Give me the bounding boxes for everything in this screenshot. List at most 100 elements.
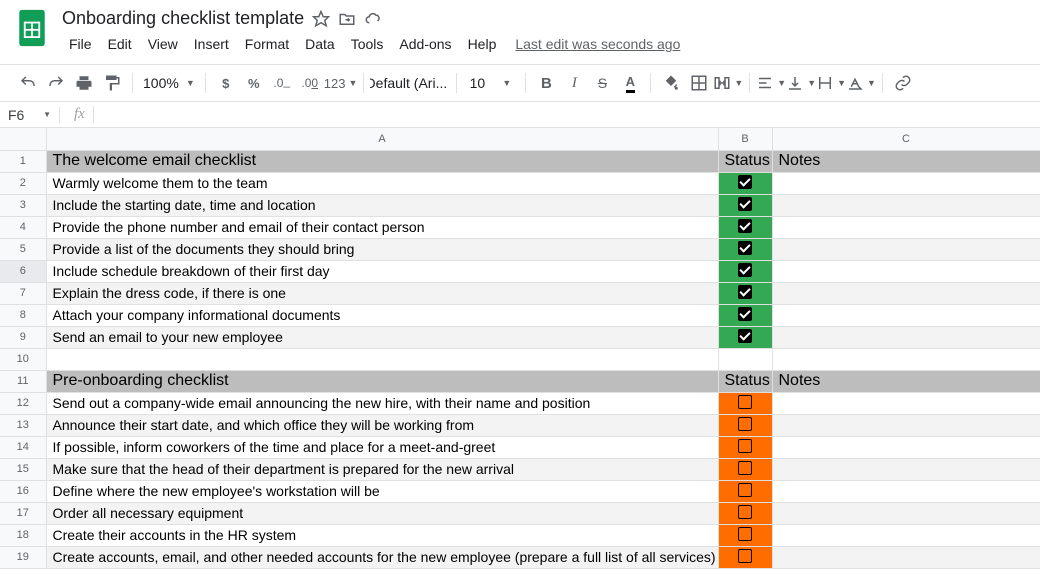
document-title[interactable]: Onboarding checklist template — [62, 8, 304, 29]
notes-cell[interactable] — [772, 524, 1040, 546]
status-cell[interactable] — [718, 304, 772, 326]
checklist-item-cell[interactable]: Include schedule breakdown of their firs… — [46, 260, 718, 282]
format-percent-button[interactable]: % — [240, 69, 268, 97]
column-header-A[interactable]: A — [46, 128, 718, 150]
decrease-decimal-button[interactable]: .0_ — [268, 69, 296, 97]
status-cell[interactable] — [718, 392, 772, 414]
paint-format-button[interactable] — [98, 69, 126, 97]
section-status-header[interactable]: Status — [718, 150, 772, 172]
notes-cell[interactable] — [772, 260, 1040, 282]
row-header[interactable]: 9 — [0, 326, 46, 348]
status-cell[interactable] — [718, 546, 772, 568]
checkbox-icon[interactable] — [738, 439, 752, 453]
undo-button[interactable] — [14, 69, 42, 97]
row-header[interactable]: 11 — [0, 370, 46, 392]
last-edit-link[interactable]: Last edit was seconds ago — [515, 36, 680, 52]
row-header[interactable]: 10 — [0, 348, 46, 370]
notes-cell[interactable] — [772, 238, 1040, 260]
notes-cell[interactable] — [772, 436, 1040, 458]
checklist-item-cell[interactable]: Create their accounts in the HR system — [46, 524, 718, 546]
checklist-item-cell[interactable]: Create accounts, email, and other needed… — [46, 546, 718, 568]
font-size-dropdown[interactable]: 10 — [463, 69, 491, 97]
notes-cell[interactable] — [772, 502, 1040, 524]
status-cell[interactable] — [718, 436, 772, 458]
menu-format[interactable]: Format — [238, 32, 296, 56]
checklist-item-cell[interactable]: Attach your company informational docume… — [46, 304, 718, 326]
checkbox-icon[interactable] — [738, 307, 752, 321]
row-header[interactable]: 19 — [0, 546, 46, 568]
status-cell[interactable] — [718, 282, 772, 304]
notes-cell[interactable] — [772, 458, 1040, 480]
section-title-cell[interactable]: Pre-onboarding checklist — [46, 370, 718, 392]
status-cell[interactable] — [718, 480, 772, 502]
font-family-dropdown[interactable]: Default (Ari...▼ — [370, 69, 450, 97]
section-notes-header[interactable]: Notes — [772, 370, 1040, 392]
cloud-status-icon[interactable] — [364, 10, 382, 28]
font-size-caret[interactable]: ▼ — [491, 69, 519, 97]
status-cell[interactable] — [718, 458, 772, 480]
menu-insert[interactable]: Insert — [187, 32, 236, 56]
status-cell[interactable] — [718, 502, 772, 524]
menu-addons[interactable]: Add-ons — [392, 32, 458, 56]
text-color-button[interactable]: A — [616, 69, 644, 97]
section-notes-header[interactable]: Notes — [772, 150, 1040, 172]
notes-cell[interactable] — [772, 282, 1040, 304]
menu-data[interactable]: Data — [298, 32, 342, 56]
sheets-logo[interactable] — [12, 8, 52, 48]
horizontal-align-button[interactable]: ▼ — [756, 69, 786, 97]
italic-button[interactable]: I — [560, 69, 588, 97]
checklist-item-cell[interactable]: Send an email to your new employee — [46, 326, 718, 348]
row-header[interactable]: 5 — [0, 238, 46, 260]
menu-view[interactable]: View — [141, 32, 185, 56]
notes-cell[interactable] — [772, 392, 1040, 414]
checklist-item-cell[interactable]: Provide a list of the documents they sho… — [46, 238, 718, 260]
checkbox-icon[interactable] — [738, 549, 752, 563]
checkbox-icon[interactable] — [738, 329, 752, 343]
notes-cell[interactable] — [772, 172, 1040, 194]
row-header[interactable]: 17 — [0, 502, 46, 524]
menu-tools[interactable]: Tools — [344, 32, 391, 56]
status-cell[interactable] — [718, 260, 772, 282]
checklist-item-cell[interactable]: Provide the phone number and email of th… — [46, 216, 718, 238]
checklist-item-cell[interactable]: Order all necessary equipment — [46, 502, 718, 524]
checkbox-icon[interactable] — [738, 483, 752, 497]
notes-cell[interactable] — [772, 480, 1040, 502]
status-cell[interactable] — [718, 194, 772, 216]
checklist-item-cell[interactable]: Warmly welcome them to the team — [46, 172, 718, 194]
row-header[interactable]: 1 — [0, 150, 46, 172]
row-header[interactable]: 15 — [0, 458, 46, 480]
empty-cell[interactable] — [772, 348, 1040, 370]
checkbox-icon[interactable] — [738, 285, 752, 299]
row-header[interactable]: 8 — [0, 304, 46, 326]
notes-cell[interactable] — [772, 216, 1040, 238]
row-header[interactable]: 16 — [0, 480, 46, 502]
empty-cell[interactable] — [46, 348, 718, 370]
notes-cell[interactable] — [772, 194, 1040, 216]
borders-button[interactable] — [685, 69, 713, 97]
empty-cell[interactable] — [718, 348, 772, 370]
status-cell[interactable] — [718, 414, 772, 436]
row-header[interactable]: 13 — [0, 414, 46, 436]
format-currency-button[interactable]: $ — [212, 69, 240, 97]
checklist-item-cell[interactable]: Include the starting date, time and loca… — [46, 194, 718, 216]
status-cell[interactable] — [718, 172, 772, 194]
print-button[interactable] — [70, 69, 98, 97]
row-header[interactable]: 14 — [0, 436, 46, 458]
checklist-item-cell[interactable]: Define where the new employee's workstat… — [46, 480, 718, 502]
row-header[interactable]: 12 — [0, 392, 46, 414]
menu-file[interactable]: File — [62, 32, 99, 56]
menu-edit[interactable]: Edit — [101, 32, 139, 56]
checkbox-icon[interactable] — [738, 175, 752, 189]
vertical-align-button[interactable]: ▼ — [786, 69, 816, 97]
status-cell[interactable] — [718, 326, 772, 348]
checklist-item-cell[interactable]: If possible, inform coworkers of the tim… — [46, 436, 718, 458]
notes-cell[interactable] — [772, 326, 1040, 348]
redo-button[interactable] — [42, 69, 70, 97]
sheet-grid[interactable]: A B C 1The welcome email checklistStatus… — [0, 128, 1040, 585]
checkbox-icon[interactable] — [738, 197, 752, 211]
checkbox-icon[interactable] — [738, 395, 752, 409]
notes-cell[interactable] — [772, 414, 1040, 436]
row-header[interactable]: 18 — [0, 524, 46, 546]
notes-cell[interactable] — [772, 546, 1040, 568]
star-icon[interactable] — [312, 10, 330, 28]
